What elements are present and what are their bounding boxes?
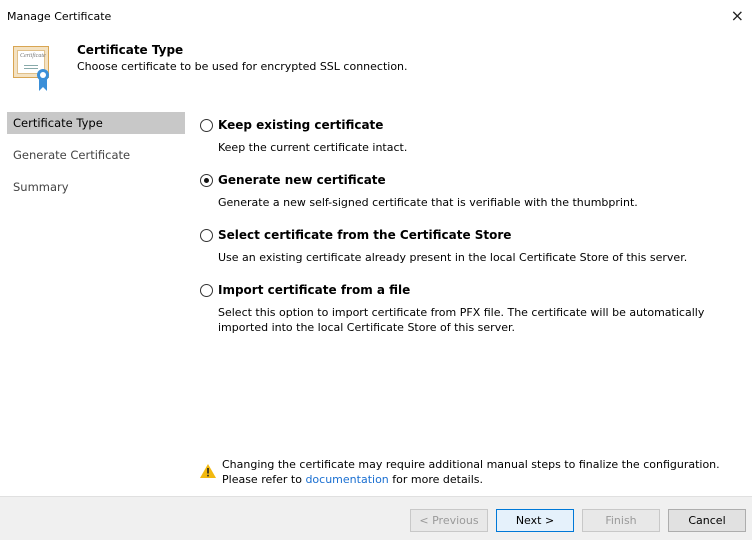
radio-keep-existing[interactable] <box>200 119 213 132</box>
reference-suffix: for more details. <box>392 473 484 486</box>
warning-text-reference: Please refer to documentation for more d… <box>222 473 483 486</box>
option-description: Generate a new self-signed certificate t… <box>218 196 638 209</box>
option-keep-existing[interactable]: Keep existing certificate Keep the curre… <box>200 118 745 158</box>
wizard-header: Certificate Certificate Type Choose cert… <box>0 36 752 102</box>
option-label: Keep existing certificate <box>218 118 384 132</box>
radio-import-from-file[interactable] <box>200 284 213 297</box>
warning-icon <box>200 464 216 478</box>
page-description: Choose certificate to be used for encryp… <box>77 60 408 73</box>
close-icon[interactable]: × <box>731 6 744 25</box>
sidebar-item-label: Summary <box>13 180 69 194</box>
next-button[interactable]: Next > <box>496 509 574 532</box>
wizard-steps-sidebar: Certificate Type Generate Certificate Su… <box>7 112 185 492</box>
cancel-button[interactable]: Cancel <box>668 509 746 532</box>
radio-generate-new[interactable] <box>200 174 213 187</box>
options-panel: Keep existing certificate Keep the curre… <box>200 112 745 492</box>
window-title: Manage Certificate <box>7 10 112 23</box>
option-label: Select certificate from the Certificate … <box>218 228 512 242</box>
reference-prefix: Please refer to <box>222 473 302 486</box>
option-select-from-store[interactable]: Select certificate from the Certificate … <box>200 228 745 268</box>
page-title: Certificate Type <box>77 43 184 57</box>
certificate-icon-word: Certificate <box>20 53 46 59</box>
wizard-footer: < Previous Next > Finish Cancel <box>0 496 752 540</box>
sidebar-item-summary[interactable]: Summary <box>7 176 185 198</box>
sidebar-item-generate-certificate[interactable]: Generate Certificate <box>7 144 185 166</box>
certificate-ribbon-icon <box>37 69 49 91</box>
title-bar: Manage Certificate × <box>0 0 752 36</box>
sidebar-item-label: Certificate Type <box>13 116 103 130</box>
radio-select-from-store[interactable] <box>200 229 213 242</box>
previous-button[interactable]: < Previous <box>410 509 488 532</box>
sidebar-item-label: Generate Certificate <box>13 148 131 162</box>
sidebar-item-certificate-type[interactable]: Certificate Type <box>7 112 185 134</box>
option-label: Import certificate from a file <box>218 283 411 297</box>
documentation-link[interactable]: documentation <box>305 473 388 486</box>
option-description: Select this option to import certificate… <box>218 306 705 334</box>
option-generate-new[interactable]: Generate new certificate Generate a new … <box>200 173 745 213</box>
option-description: Keep the current certificate intact. <box>218 141 408 154</box>
warning-text: Changing the certificate may require add… <box>222 458 720 471</box>
finish-button[interactable]: Finish <box>582 509 660 532</box>
option-description: Use an existing certificate already pres… <box>218 251 688 264</box>
option-label: Generate new certificate <box>218 173 386 187</box>
option-import-from-file[interactable]: Import certificate from a file Select th… <box>200 283 745 343</box>
